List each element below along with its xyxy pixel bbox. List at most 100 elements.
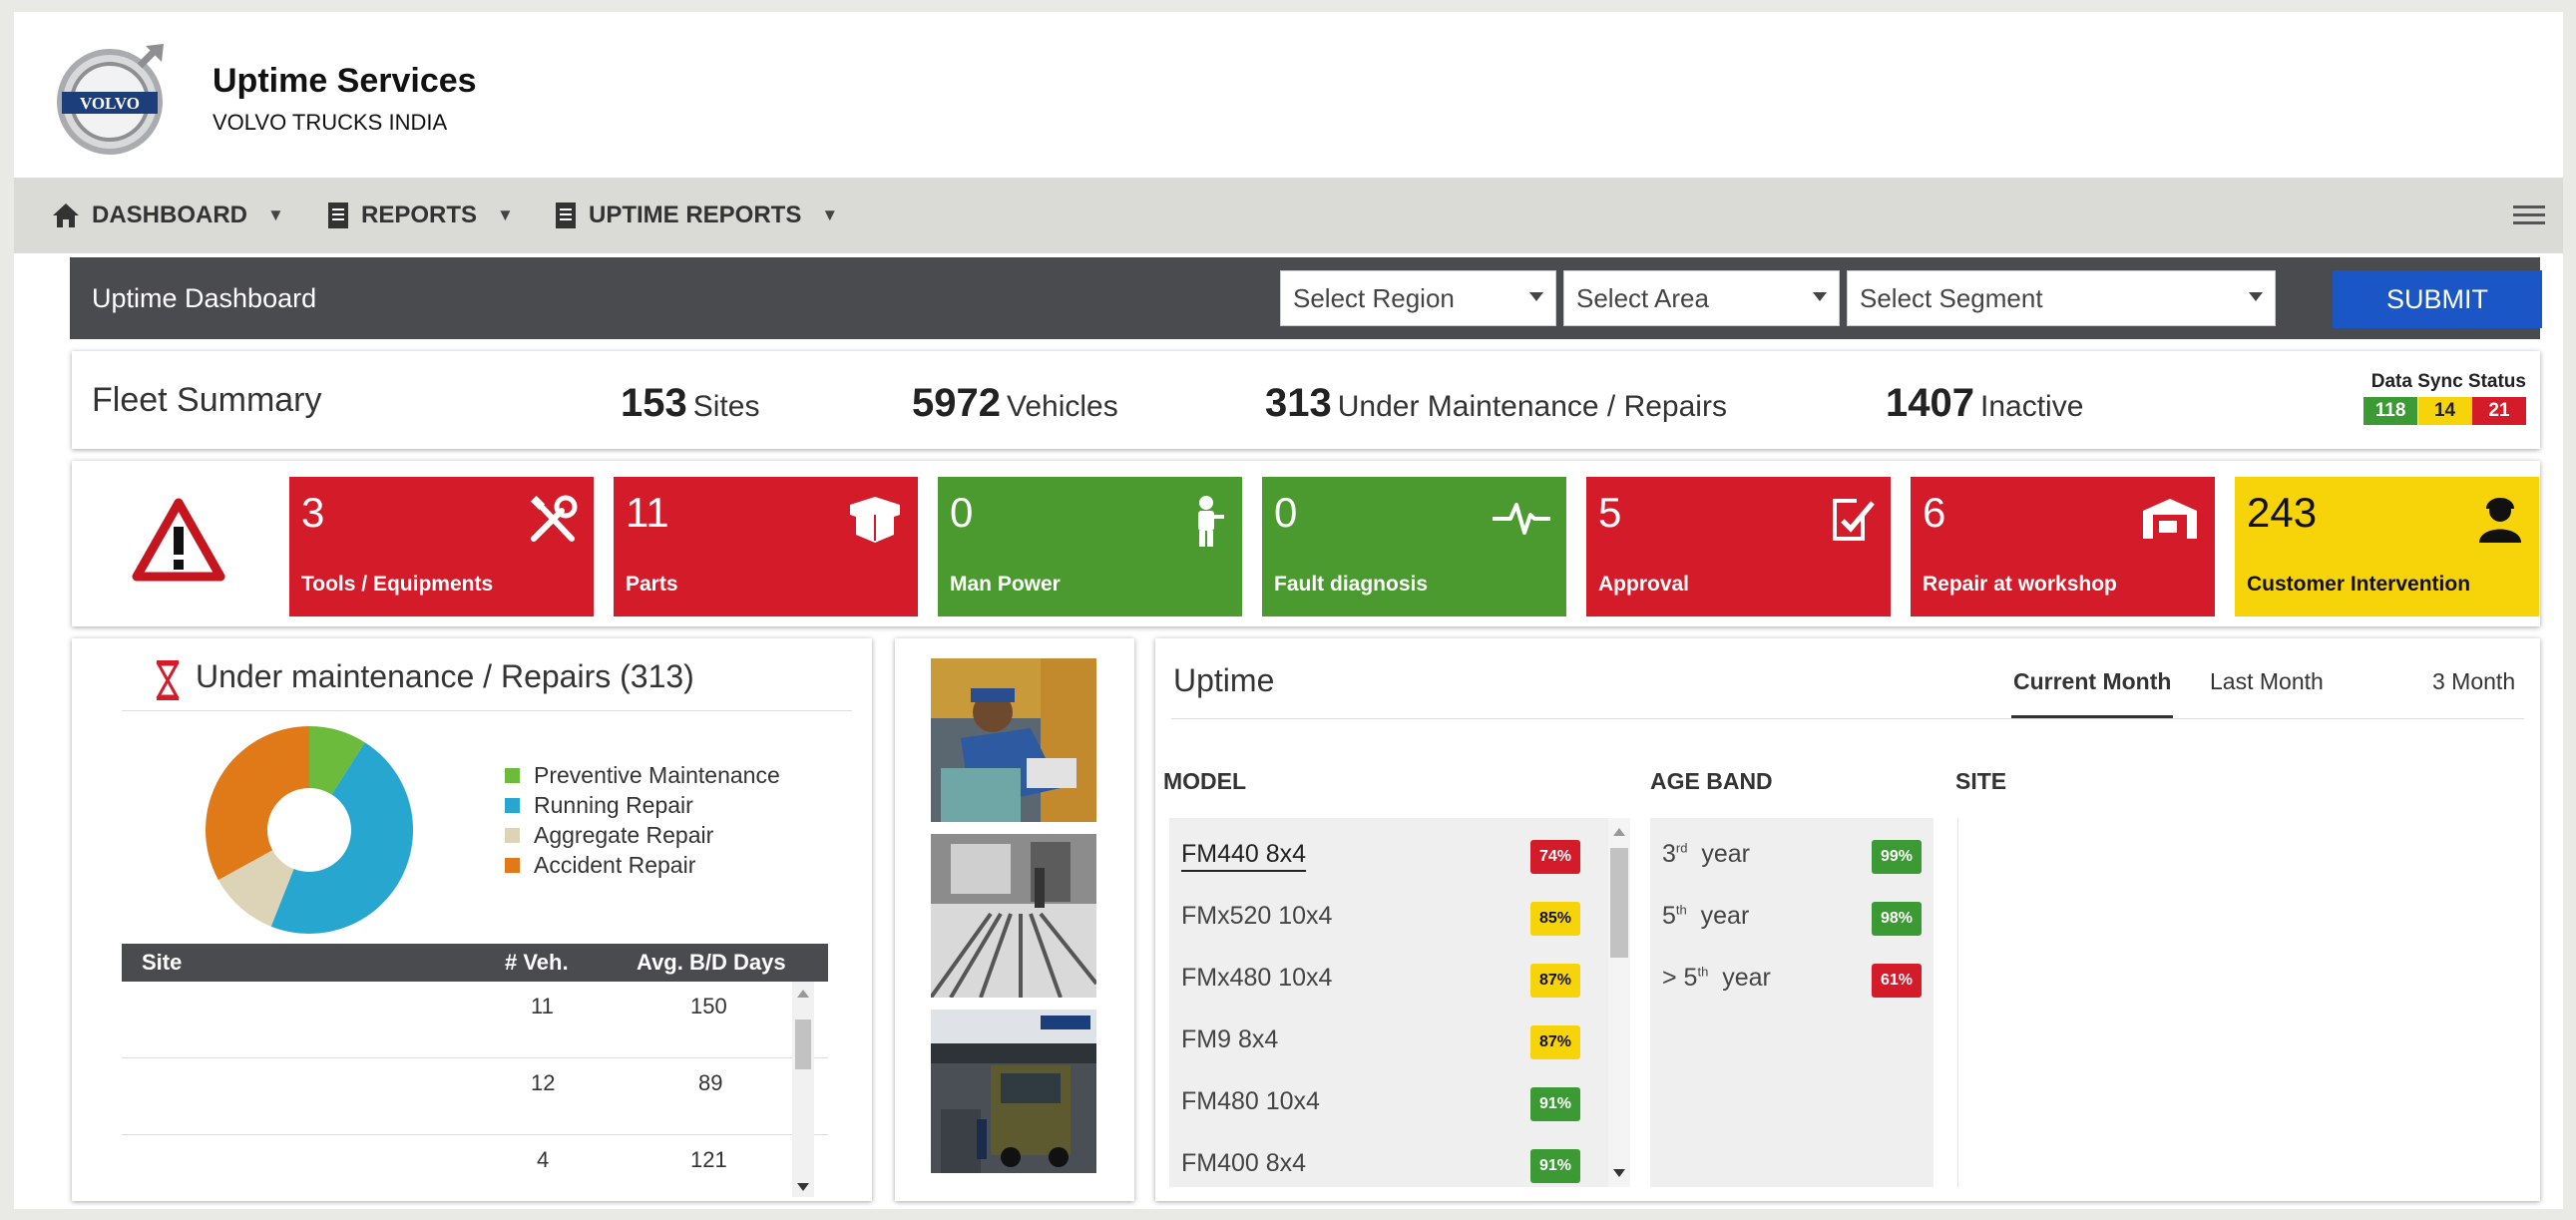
donut-slice-accident-repair[interactable]	[205, 726, 309, 881]
data-sync-label: Data Sync Status	[2370, 371, 2526, 392]
data-sync-status: Data Sync Status 118 14 21	[2363, 371, 2526, 425]
age-band-unit: year	[1722, 964, 1771, 992]
tile-label: Parts	[626, 573, 678, 596]
nav-uptime-reports[interactable]: UPTIME REPORTS ▼	[555, 178, 838, 253]
submit-button[interactable]: SUBMIT	[2333, 270, 2542, 328]
age-band-list: 3rd year 99% 5th year 98% > 5th year 61%	[1650, 818, 1933, 1187]
tile-approval[interactable]: 5 Approval	[1586, 477, 1891, 616]
uptime-pct-badge: 87%	[1530, 1025, 1580, 1059]
age-band-number: 3	[1662, 840, 1676, 868]
model-row[interactable]: FMx520 10x4 85%	[1169, 888, 1588, 950]
legend-label: Accident Repair	[534, 851, 696, 878]
dashboard-title: Uptime Dashboard	[92, 283, 317, 313]
uptime-pct-badge: 74%	[1530, 840, 1580, 874]
age-band-label: 3rd year	[1662, 840, 1750, 869]
table-row[interactable]: 11 150	[122, 982, 828, 1058]
uptime-title: Uptime	[1173, 662, 1275, 698]
ordinal-suffix: th	[1697, 964, 1709, 980]
sync-warn-count[interactable]: 14	[2417, 397, 2472, 425]
sync-ok-count[interactable]: 118	[2363, 397, 2418, 425]
segment-select[interactable]: Select Segment	[1847, 270, 2276, 326]
model-row[interactable]: FMx480 10x4 87%	[1169, 950, 1588, 1012]
hourglass-icon	[156, 660, 180, 700]
cell-avg-days: 150	[690, 994, 727, 1018]
model-list-scrollbar[interactable]	[1608, 818, 1630, 1187]
cell-vehicles: 12	[531, 1070, 556, 1095]
tile-label: Repair at workshop	[1923, 573, 2117, 596]
legend-item: Running Repair	[505, 790, 780, 820]
age-band-number: 5	[1662, 902, 1676, 930]
stat-unit: Vehicles	[1006, 390, 1118, 423]
tab-3-month[interactable]: 3 Month	[2432, 668, 2515, 695]
scroll-thumb[interactable]	[1610, 848, 1628, 958]
uptime-pct-badge: 87%	[1530, 964, 1580, 998]
tab-last-month[interactable]: Last Month	[2210, 668, 2324, 695]
tile-fault-diagnosis[interactable]: 0 Fault diagnosis	[1262, 477, 1566, 616]
age-band-row[interactable]: 3rd year 99%	[1650, 826, 1933, 888]
uptime-pct-badge: 99%	[1872, 840, 1922, 874]
model-name: FM400 8x4	[1181, 1149, 1307, 1177]
scroll-up-icon[interactable]	[1613, 828, 1625, 836]
ordinal-suffix: th	[1675, 902, 1687, 918]
tile-count: 3	[301, 489, 325, 536]
tile-customer-intervention[interactable]: 243 Customer Intervention	[2235, 477, 2539, 616]
dashboard-titlebar: Uptime Dashboard Select Region Select Ar…	[70, 257, 2542, 339]
table-scrollbar[interactable]	[792, 982, 814, 1197]
model-list: FM440 8x4 74% FMx520 10x4 85% FMx480 10x…	[1169, 818, 1630, 1187]
col-avg-days[interactable]: Avg. B/D Days	[637, 944, 786, 982]
approval-icon	[1833, 499, 1875, 541]
maintenance-donut-chart[interactable]	[200, 720, 419, 940]
age-band-label: 5th year	[1662, 902, 1749, 931]
fleet-summary-label: Fleet Summary	[92, 381, 322, 419]
col-vehicles[interactable]: # Veh.	[505, 944, 569, 982]
stat-value: 153	[621, 381, 687, 425]
region-select[interactable]: Select Region	[1280, 270, 1556, 326]
tile-count: 0	[950, 489, 974, 536]
nav-dashboard[interactable]: DASHBOARD ▼	[52, 178, 284, 253]
area-select[interactable]: Select Area	[1563, 270, 1840, 326]
table-row[interactable]: 12 89	[122, 1058, 828, 1135]
age-band-row[interactable]: 5th year 98%	[1650, 888, 1933, 950]
tile-label: Customer Intervention	[2247, 573, 2471, 596]
table-row[interactable]: 4 121	[122, 1135, 828, 1211]
document-icon	[556, 203, 576, 228]
tile-label: Fault diagnosis	[1274, 573, 1429, 596]
stat-under-maintenance: 313 Under Maintenance / Repairs	[1265, 351, 1727, 464]
tools-icon	[530, 495, 578, 542]
tile-parts[interactable]: 11 Parts	[614, 477, 918, 616]
tile-tools-equipments[interactable]: 3 Tools / Equipments	[289, 477, 594, 616]
nav-reports[interactable]: REPORTS ▼	[327, 178, 514, 253]
legend-item: Aggregate Repair	[505, 820, 780, 850]
sync-fail-count[interactable]: 21	[2472, 397, 2526, 425]
model-name: FM480 10x4	[1181, 1087, 1320, 1115]
model-row[interactable]: FM9 8x4 87%	[1169, 1012, 1588, 1073]
stat-vehicles: 5972 Vehicles	[912, 351, 1118, 464]
model-row[interactable]: FM480 10x4 91%	[1169, 1073, 1588, 1135]
scroll-down-icon[interactable]	[1613, 1169, 1625, 1177]
cell-avg-days: 89	[698, 1070, 723, 1095]
dropdown-arrow-icon	[1813, 292, 1827, 301]
scroll-down-icon[interactable]	[797, 1183, 809, 1191]
tile-repair-at-workshop[interactable]: 6 Repair at workshop	[1911, 477, 2215, 616]
cell-vehicles: 11	[531, 994, 554, 1018]
model-name: FM440 8x4	[1181, 840, 1307, 868]
age-band-row[interactable]: > 5th year 61%	[1650, 950, 1933, 1012]
col-age-band: AGE BAND	[1650, 768, 1773, 794]
nav-dashboard-label: DASHBOARD	[92, 202, 247, 228]
tile-man-power[interactable]: 0 Man Power	[938, 477, 1242, 616]
model-row[interactable]: FM400 8x4 91%	[1169, 1135, 1588, 1187]
uptime-pct-badge: 98%	[1872, 902, 1922, 936]
main-nav: DASHBOARD ▼ REPORTS ▼ UPTIME REPORTS ▼	[14, 178, 2563, 253]
scroll-up-icon[interactable]	[797, 990, 809, 998]
stat-unit: Inactive	[1979, 390, 2084, 423]
photo-column	[895, 638, 1134, 1201]
tab-current-month[interactable]: Current Month	[2010, 668, 2174, 719]
site-table: Site # Veh. Avg. B/D Days 11 150 12 89 4…	[122, 944, 828, 1211]
scroll-thumb[interactable]	[795, 1019, 811, 1069]
table-header: Site # Veh. Avg. B/D Days	[122, 944, 828, 982]
chevron-down-icon: ▼	[497, 205, 514, 224]
model-row[interactable]: FM440 8x4 74%	[1169, 826, 1588, 888]
col-site[interactable]: Site	[142, 944, 182, 982]
hamburger-menu-icon[interactable]	[2513, 205, 2545, 225]
stat-inactive: 1407 Inactive	[1886, 351, 2083, 464]
